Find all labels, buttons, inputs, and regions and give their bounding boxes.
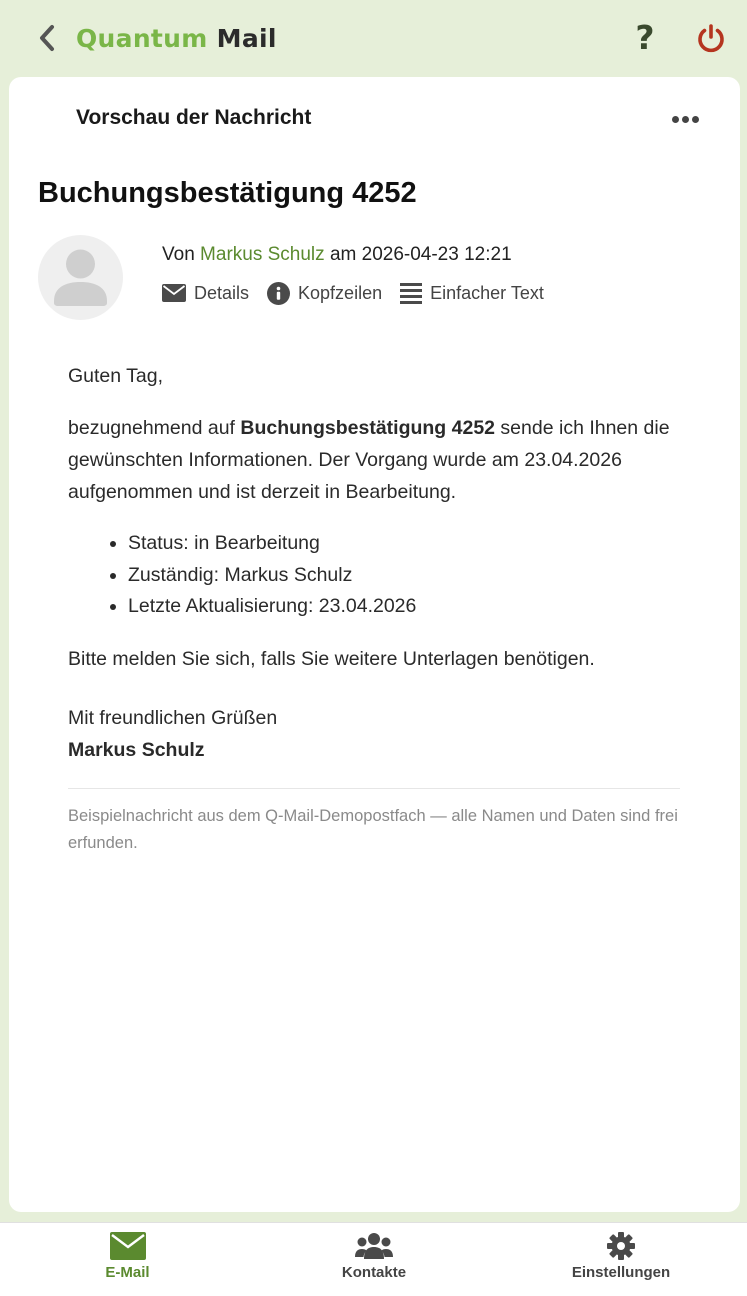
sender-line: Von Markus Schulz am 2026-04-23 12:21 [162, 244, 512, 266]
top-bar: Quantum Mail ? [0, 0, 747, 78]
nav-email[interactable]: E-Mail [80, 1223, 175, 1296]
nav-contacts-label: Kontakte [341, 1264, 407, 1281]
list-item: Status: in Bearbeitung [128, 528, 680, 560]
bottom-navigation: E-Mail Kontakte Einstellungen [0, 1222, 747, 1296]
nav-email-label: E-Mail [105, 1264, 150, 1281]
chevron-left-icon [40, 25, 54, 51]
message-datetime: 2026-04-23 12:21 [361, 244, 512, 265]
sender-avatar [38, 235, 123, 320]
envelope-icon [109, 1232, 146, 1260]
envelope-icon [162, 284, 186, 302]
message-actions: Details Kopfzeilen Einfacher Text [162, 280, 562, 306]
app-title-rest: Mail [216, 24, 277, 53]
details-button[interactable]: Details [162, 283, 249, 304]
app-title-accent: Quantum [76, 24, 208, 53]
message-preview-card: Vorschau der Nachricht Buchungsbestätigu… [9, 77, 740, 1212]
message-subject: Buchungsbestätigung 4252 [38, 177, 417, 209]
greeting: Guten Tag, [68, 365, 164, 387]
dot-icon [681, 115, 689, 123]
list-item: Zuständig: Markus Schulz [128, 560, 680, 592]
nav-settings[interactable]: Einstellungen [565, 1223, 677, 1296]
headers-label: Kopfzeilen [298, 282, 383, 303]
list-lines-icon [400, 283, 423, 304]
gear-icon [607, 1232, 635, 1260]
sender-link[interactable]: Markus Schulz [200, 244, 325, 265]
nav-settings-label: Einstellungen [571, 1264, 671, 1281]
more-options-button[interactable] [667, 107, 703, 131]
list-item: Letzte Aktualisierung: 23.04.2026 [128, 591, 680, 623]
signature-greeting: Mit freundlichen Grüßen [68, 706, 278, 729]
info-icon [267, 281, 291, 305]
intro-reference: Buchungsbestätigung 4252 [240, 417, 496, 439]
plain-text-label: Einfacher Text [430, 282, 544, 303]
logout-button[interactable] [695, 22, 727, 54]
app-title: Quantum Mail [76, 24, 277, 53]
date-prefix: am [329, 244, 357, 265]
divider [68, 788, 680, 789]
plain-text-button[interactable]: Einfacher Text [400, 282, 544, 304]
user-silhouette-icon [54, 249, 107, 306]
closing-paragraph: Bitte melden Sie sich, falls Sie weitere… [68, 647, 595, 670]
signature-name: Markus Schulz [68, 738, 205, 761]
preview-heading: Vorschau der Nachricht [76, 106, 312, 129]
dot-icon [691, 115, 699, 123]
from-prefix: Von [162, 244, 195, 265]
users-icon [355, 1233, 393, 1259]
nav-contacts[interactable]: Kontakte [324, 1223, 424, 1296]
back-button[interactable] [34, 22, 60, 54]
help-button[interactable]: ? [630, 20, 660, 56]
details-label: Details [194, 282, 250, 303]
intro-text-start: bezugnehmend auf [68, 417, 241, 439]
headers-button[interactable]: Kopfzeilen [267, 281, 383, 305]
disclaimer: Beispielnachricht aus dem Q-Mail-Demopos… [68, 807, 678, 852]
dot-icon [671, 115, 679, 123]
power-icon [698, 24, 724, 53]
message-body: Guten Tag, bezugnehmend auf Buchungsbest… [68, 360, 680, 786]
intro-paragraph: bezugnehmend auf Buchungsbestätigung 425… [68, 412, 680, 508]
status-list: Status: in Bearbeitung Zuständig: Markus… [68, 528, 680, 623]
